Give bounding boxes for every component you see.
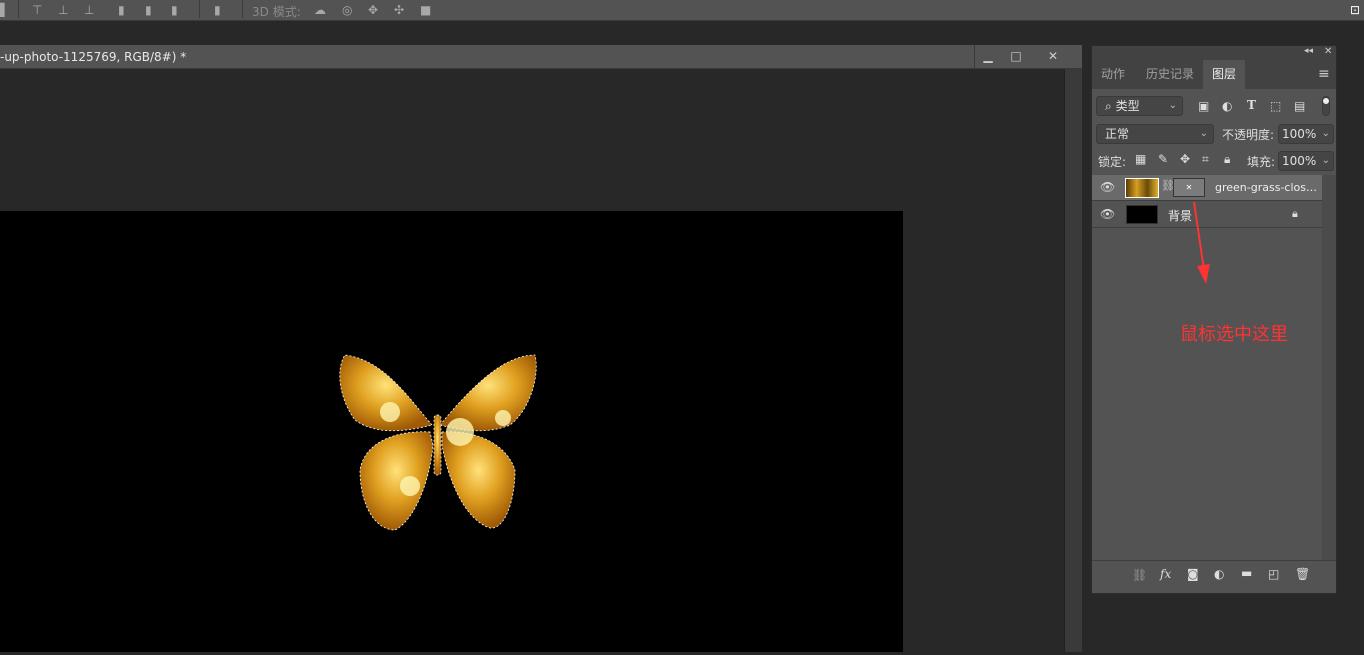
annotation-text: 鼠标选中这里 (1180, 324, 1288, 345)
align-right-icon[interactable]: ▮ (171, 3, 178, 17)
3d-pan-icon[interactable]: ✥ (368, 3, 378, 17)
smart-object-filter-icon[interactable]: ▤ (1294, 99, 1305, 113)
layer-name: green-grass-clos… (1215, 181, 1317, 194)
tab-actions[interactable]: 动作 (1092, 60, 1134, 89)
search-icon: ⌕ (1105, 99, 1112, 113)
new-group-folder-icon[interactable]: ▬ (1241, 566, 1252, 580)
3d-mode-label: 3D 模式: (252, 5, 301, 19)
filter-label: 类型 (1115, 99, 1140, 113)
layer-name: 背景 (1168, 209, 1193, 223)
canvas[interactable] (0, 211, 903, 652)
tab-layers[interactable]: 图层 (1203, 60, 1246, 89)
3d-orbit-icon[interactable]: ☁ (314, 3, 326, 17)
document-tab[interactable]: -up-photo-1125769, RGB/8#) * ▁ □ ✕ (0, 45, 1082, 69)
opacity-input[interactable]: 100% ⌄ (1278, 124, 1334, 144)
opacity-value: 100% (1282, 127, 1317, 141)
minimize-button[interactable]: ▁ (978, 47, 998, 65)
align-left-icon[interactable]: ▮ (118, 3, 125, 17)
3d-slide-icon[interactable]: ✣ (394, 3, 404, 17)
lock-label: 锁定: (1098, 155, 1127, 169)
3d-roll-icon[interactable]: ◎ (342, 3, 352, 17)
lock-icon: 🔒︎ (1292, 207, 1298, 220)
filter-toggle[interactable] (1322, 96, 1330, 116)
align-hcenter-icon[interactable]: ▮ (145, 3, 152, 17)
lock-transparent-icon[interactable]: ▦ (1135, 152, 1146, 166)
close-button[interactable]: ✕ (1043, 47, 1063, 65)
lock-all-icon[interactable]: 🔒︎ (1224, 152, 1230, 167)
divider (199, 0, 200, 18)
blend-mode-select[interactable]: 正常 ⌄ (1096, 124, 1214, 144)
layers-toolbar: ⛓ fx ◙ ◐ ▬ ◰ 🗑︎ (1092, 560, 1336, 592)
fill-input[interactable]: 100% ⌄ (1278, 151, 1334, 171)
add-mask-icon[interactable]: ◙ (1187, 567, 1199, 581)
chevron-down-icon[interactable]: ⌄ (1322, 152, 1330, 170)
panel-tabs: 动作 历史记录 图层 ≡ (1092, 60, 1336, 89)
new-layer-icon[interactable]: ◰ (1268, 567, 1279, 581)
lock-artboard-crop-icon[interactable]: ⌗ (1202, 152, 1209, 167)
panel-header: ◂◂ ✕ (1092, 46, 1336, 60)
divider (18, 0, 19, 18)
close-icon[interactable]: ✕ (1324, 46, 1332, 57)
lock-position-move-icon[interactable]: ✥ (1180, 152, 1190, 166)
adjustment-filter-icon[interactable]: ◐ (1222, 99, 1232, 113)
vertical-scrollbar[interactable] (1064, 69, 1082, 652)
fill-value: 100% (1282, 154, 1317, 168)
layers-scrollbar[interactable] (1322, 175, 1336, 560)
layer-thumbnail[interactable] (1126, 205, 1158, 224)
blend-mode-value: 正常 (1105, 127, 1130, 141)
chevron-down-icon: ⌄ (1199, 128, 1208, 139)
annotation-arrow (1193, 201, 1210, 284)
layer-filter-select[interactable]: ⌕ 类型 ⌄ (1096, 96, 1183, 116)
tool-icon[interactable]: ▌ (0, 3, 9, 17)
layer-row-selected[interactable]: 👁︎ ⛓ ✕ green-grass-clos… (1092, 175, 1322, 201)
collapse-icon[interactable]: ◂◂ (1304, 46, 1313, 56)
shape-filter-icon[interactable]: ⬚ (1270, 99, 1281, 113)
adjustment-layer-icon[interactable]: ◐ (1214, 567, 1224, 581)
fill-label: 填充: (1247, 155, 1276, 169)
fx-icon[interactable]: fx (1160, 567, 1171, 581)
eye-visibility-icon[interactable]: 👁︎ (1100, 207, 1115, 221)
panel-menu-icon[interactable]: ≡ (1318, 66, 1330, 82)
opacity-label: 不透明度: (1222, 128, 1275, 142)
image-filter-icon[interactable]: ▣ (1198, 99, 1209, 113)
tab-history[interactable]: 历史记录 (1137, 60, 1203, 89)
align-bottom-icon[interactable]: ⊥ (84, 3, 94, 17)
align-vcenter-icon[interactable]: ⊥ (58, 3, 68, 17)
document-title: -up-photo-1125769, RGB/8#) * (0, 50, 187, 64)
link-layers-icon[interactable]: ⛓ (1132, 568, 1147, 582)
trash-icon[interactable]: 🗑︎ (1295, 567, 1310, 581)
type-filter-icon[interactable]: T (1247, 98, 1256, 112)
maximize-button[interactable]: □ (1006, 47, 1026, 65)
lock-paint-brush-icon[interactable]: ✎ (1158, 152, 1168, 166)
divider (242, 0, 243, 18)
window-icon[interactable]: ⊡ (1350, 3, 1360, 17)
vector-mask-thumbnail[interactable]: ✕ (1173, 178, 1205, 197)
layer-thumbnail[interactable] (1125, 178, 1159, 198)
align-top-icon[interactable]: ⊤ (32, 3, 42, 17)
chevron-down-icon: ⌄ (1168, 100, 1177, 111)
distribute-icon[interactable]: ▮ (214, 3, 221, 17)
3d-scale-icon[interactable]: ■ (420, 3, 431, 17)
options-bar: ▌ ⊤ ⊥ ⊥ ▮ ▮ ▮ ▮ 3D 模式: ☁ ◎ ✥ ✣ ■ ⊡ (0, 0, 1364, 21)
chevron-down-icon[interactable]: ⌄ (1322, 125, 1330, 143)
eye-visibility-icon[interactable]: 👁︎ (1100, 180, 1115, 194)
butterfly-selection (339, 354, 537, 531)
